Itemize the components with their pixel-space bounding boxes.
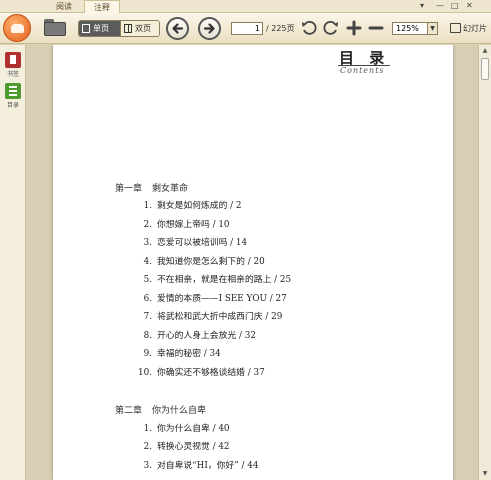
document-page: 目 录 Contents 第一章 剩女革命 1. 剩女是如何炼成的 / 2 2. 你想… bbox=[53, 45, 453, 480]
scrollbar-thumb[interactable] bbox=[481, 58, 489, 80]
toc-entry[interactable]: 2. 转换心灵视觉 / 42 bbox=[138, 439, 230, 452]
minimize-icon[interactable]: — bbox=[436, 1, 444, 11]
double-page-icon bbox=[124, 24, 132, 33]
zoom-value: 125% bbox=[396, 24, 419, 33]
chapter-heading: 第二章 你为什么自卑 bbox=[115, 406, 207, 416]
tab-annotate[interactable]: 注释 bbox=[84, 0, 120, 13]
bookmark-icon bbox=[5, 52, 21, 68]
document-viewport[interactable]: 目 录 Contents 第一章 剩女革命 1. 剩女是如何炼成的 / 2 2. 你想… bbox=[27, 45, 478, 480]
toolbar: 单页 双页 1 / 225页 125% ▼ 幻灯片 bbox=[0, 13, 491, 44]
chevron-down-icon: ▼ bbox=[427, 23, 437, 34]
slideshow-label: 幻灯片 bbox=[463, 24, 487, 33]
toc-icon bbox=[5, 83, 21, 99]
tab-read[interactable]: 阅读 bbox=[48, 0, 80, 13]
open-folder-icon[interactable] bbox=[44, 19, 66, 36]
toc-entry[interactable]: 4. 我知道你是怎么剩下的 / 20 bbox=[138, 254, 265, 267]
single-page-button[interactable]: 单页 bbox=[79, 21, 120, 36]
vertical-scrollbar[interactable]: ▲ ▼ bbox=[478, 45, 491, 480]
prev-page-button[interactable] bbox=[166, 17, 189, 40]
single-page-label: 单页 bbox=[93, 24, 109, 33]
sidebar-item-bookmarks[interactable]: 书签 bbox=[3, 52, 23, 78]
sidebar-item-label: 目录 bbox=[6, 102, 19, 109]
page-number-input[interactable]: 1 bbox=[231, 22, 263, 35]
toc-entry[interactable]: 2. 你想嫁上帝吗 / 10 bbox=[138, 217, 230, 230]
maximize-icon[interactable]: □ bbox=[451, 1, 459, 11]
rotate-left-icon[interactable] bbox=[300, 19, 318, 37]
toc-entry[interactable]: 6. 爱情的本质——I SEE YOU / 27 bbox=[138, 291, 287, 304]
tab-strip: 阅读 注释 ▾ — □ ✕ bbox=[0, 0, 491, 13]
next-page-button[interactable] bbox=[198, 17, 221, 40]
zoom-out-icon[interactable] bbox=[367, 19, 385, 37]
left-sidebar: 书签 目录 bbox=[0, 45, 26, 480]
page-total: / 225页 bbox=[266, 24, 295, 33]
close-icon[interactable]: ✕ bbox=[466, 1, 473, 11]
double-page-button[interactable]: 双页 bbox=[120, 21, 159, 36]
double-page-label: 双页 bbox=[135, 24, 151, 33]
arrow-right-icon bbox=[203, 23, 215, 34]
zoom-in-icon[interactable] bbox=[345, 19, 363, 37]
toc-entry[interactable]: 1. 剩女是如何炼成的 / 2 bbox=[138, 198, 242, 211]
view-mode-group: 单页 双页 bbox=[78, 20, 160, 37]
toc-entry[interactable]: 8. 开心的人身上会放光 / 32 bbox=[138, 328, 256, 341]
toc-entry[interactable]: 3. 对自卑说“HI，你好” / 44 bbox=[138, 458, 259, 471]
slideshow-button[interactable]: 幻灯片 bbox=[450, 23, 487, 34]
app-logo-icon[interactable] bbox=[3, 14, 31, 42]
rotate-right-icon[interactable] bbox=[322, 19, 340, 37]
toc-entry[interactable]: 5. 不在相亲，就是在相亲的路上 / 25 bbox=[138, 272, 292, 285]
menu-dropdown-icon[interactable]: ▾ bbox=[420, 1, 424, 11]
toc-entry[interactable]: 10. 你确实还不够格谈结婚 / 37 bbox=[138, 365, 265, 378]
toc-entry[interactable]: 3. 恋爱可以被培训吗 / 14 bbox=[138, 235, 248, 248]
zoom-select[interactable]: 125% ▼ bbox=[392, 22, 438, 35]
arrow-left-icon bbox=[172, 23, 184, 34]
toc-entry[interactable]: 9. 幸福的秘密 / 34 bbox=[138, 346, 221, 359]
slideshow-icon bbox=[450, 23, 461, 33]
toc-entry[interactable]: 1. 你为什么自卑 / 40 bbox=[138, 421, 230, 434]
sidebar-item-toc[interactable]: 目录 bbox=[3, 83, 23, 109]
sidebar-item-label: 书签 bbox=[6, 71, 19, 78]
scroll-up-icon[interactable]: ▲ bbox=[479, 45, 491, 57]
page-subtitle: Contents bbox=[340, 66, 385, 75]
chapter-heading: 第一章 剩女革命 bbox=[115, 184, 189, 194]
toc-entry[interactable]: 7. 将武松和武大折中成西门庆 / 29 bbox=[138, 309, 283, 322]
scroll-down-icon[interactable]: ▼ bbox=[479, 468, 491, 480]
single-page-icon bbox=[82, 24, 90, 33]
